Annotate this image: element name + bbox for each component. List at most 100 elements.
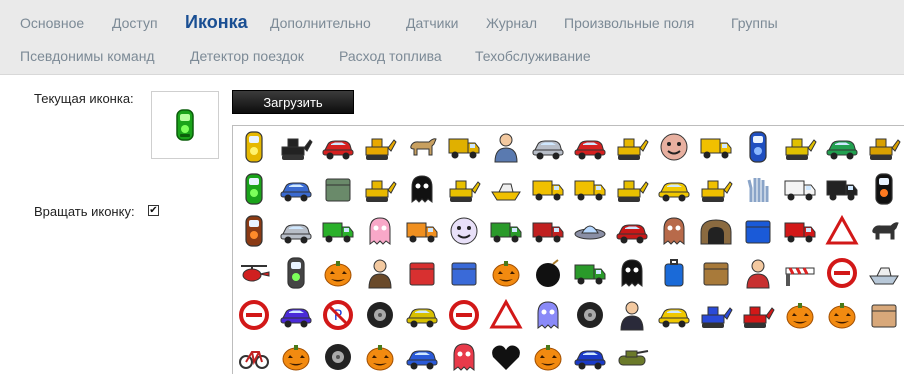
icon-option-atv[interactable] (695, 294, 737, 336)
icon-option-man-with-car[interactable] (359, 252, 401, 294)
icon-option-traffic-light-car-yellow[interactable] (233, 126, 275, 168)
icon-option-black-monster[interactable] (401, 168, 443, 210)
icon-option-yacht[interactable] (863, 252, 904, 294)
icon-option-tire[interactable] (317, 336, 359, 374)
icon-option-silver-wheels[interactable] (569, 294, 611, 336)
icon-option-blue-jeep[interactable] (275, 168, 317, 210)
tab-journal[interactable]: Журнал (486, 10, 537, 36)
icon-option-yellow-loader[interactable] (443, 168, 485, 210)
icon-option-yellow-truck[interactable] (527, 168, 569, 210)
tab-fuel-consumption[interactable]: Расход топлива (339, 43, 442, 69)
icon-option-face-character[interactable] (653, 126, 695, 168)
icon-option-pumpkin[interactable] (527, 336, 569, 374)
icon-option-tractor[interactable] (275, 126, 317, 168)
icon-option-brown-monster[interactable] (653, 210, 695, 252)
icon-option-dump-truck[interactable] (443, 126, 485, 168)
icon-option-black-traffic-car[interactable] (863, 168, 904, 210)
icon-option-totem[interactable] (863, 294, 904, 336)
icon-option-red-fire-truck[interactable] (779, 210, 821, 252)
icon-option-yield-sign[interactable] (821, 210, 863, 252)
icon-option-race-car[interactable] (611, 210, 653, 252)
icon-option-bulldozer[interactable] (359, 168, 401, 210)
icon-option-yellow-sports-car[interactable] (653, 168, 695, 210)
icon-option-ambulance[interactable] (779, 168, 821, 210)
icon-option-tire[interactable] (359, 294, 401, 336)
icon-option-brown-boxes[interactable] (695, 252, 737, 294)
icon-option-yellow-sports-car[interactable] (653, 294, 695, 336)
icon-option-no-parking-sign[interactable]: P (317, 294, 359, 336)
icon-option-traffic-light-car-green[interactable] (233, 168, 275, 210)
icon-option-worker[interactable] (485, 126, 527, 168)
icon-option-ufo[interactable] (569, 210, 611, 252)
icon-option-worker-red[interactable] (737, 252, 779, 294)
icon-option-pink-ghost[interactable] (359, 210, 401, 252)
icon-option-blue-suitcase[interactable] (653, 252, 695, 294)
icon-option-black-bomb[interactable] (527, 252, 569, 294)
icon-option-backhoe[interactable] (863, 126, 904, 168)
icon-option-helicopter[interactable] (233, 252, 275, 294)
icon-option-black-heart[interactable] (485, 336, 527, 374)
icon-option-pumpkin[interactable] (275, 336, 317, 374)
icon-option-traffic-light-car-blue[interactable] (737, 126, 779, 168)
icon-option-robot-hand[interactable] (737, 168, 779, 210)
icon-option-excavator[interactable] (359, 126, 401, 168)
tab-additional[interactable]: Дополнительно (270, 10, 371, 36)
icon-option-green-truck[interactable] (485, 210, 527, 252)
icon-option-barrier[interactable] (779, 252, 821, 294)
icon-option-green-truck[interactable] (569, 252, 611, 294)
icon-option-pumpkin[interactable] (317, 252, 359, 294)
icon-option-camel[interactable] (401, 126, 443, 168)
rotate-icon-checkbox[interactable]: ✔ (148, 205, 159, 216)
icon-option-pumpkin[interactable] (779, 294, 821, 336)
icon-option-red-sports-car[interactable] (569, 126, 611, 168)
icon-option-warning-sign[interactable] (485, 294, 527, 336)
icon-option-black-truck[interactable] (821, 168, 863, 210)
tab-main[interactable]: Основное (20, 10, 84, 36)
icon-option-blue-limousine[interactable] (275, 294, 317, 336)
icon-option-black-monster[interactable] (611, 252, 653, 294)
icon-option-tunnel[interactable] (695, 210, 737, 252)
icon-option-forklift[interactable] (695, 168, 737, 210)
tab-trip-detector[interactable]: Детектор поездок (190, 43, 304, 69)
icon-option-blue-sports-car[interactable] (569, 336, 611, 374)
tab-sensors[interactable]: Датчики (406, 10, 458, 36)
icon-option-yellow-dump-truck[interactable] (695, 126, 737, 168)
icon-option-yellow-hummer[interactable] (401, 294, 443, 336)
icon-option-stroller[interactable] (443, 252, 485, 294)
icon-option-red-bag[interactable] (401, 252, 443, 294)
icon-option-tank[interactable] (611, 336, 653, 374)
icon-option-bulldozer[interactable] (611, 126, 653, 168)
tab-icon[interactable]: Иконка (185, 10, 248, 34)
icon-option-bicycle[interactable] (233, 336, 275, 374)
icon-option-police-officer[interactable] (611, 294, 653, 336)
icon-option-inflatable-boat[interactable] (485, 168, 527, 210)
icon-option-no-entry-sign[interactable] (233, 294, 275, 336)
icon-option-pumpkin[interactable] (821, 294, 863, 336)
icon-option-blue-car[interactable] (401, 336, 443, 374)
icon-option-no-entry-sign[interactable] (821, 252, 863, 294)
icon-option-yellow-tractor[interactable] (779, 126, 821, 168)
icon-option-yellow-loader[interactable] (611, 168, 653, 210)
tab-command-aliases[interactable]: Псевдонимы команд (20, 43, 155, 69)
icon-option-cartoon-face[interactable] (443, 210, 485, 252)
icon-option-silver-car[interactable] (275, 210, 317, 252)
icon-option-red-octopus[interactable] (443, 336, 485, 374)
tab-maintenance[interactable]: Техобслуживание (475, 43, 591, 69)
tab-groups[interactable]: Группы (731, 10, 778, 36)
icon-option-horse[interactable] (863, 210, 904, 252)
icon-option-green-robot[interactable] (317, 168, 359, 210)
icon-option-blue-box[interactable] (737, 210, 779, 252)
icon-option-red-atv[interactable] (737, 294, 779, 336)
tab-access[interactable]: Доступ (112, 10, 158, 36)
icon-option-pumpkin[interactable] (485, 252, 527, 294)
upload-button[interactable]: Загрузить (232, 90, 354, 114)
icon-option-yellow-dump-truck[interactable] (569, 168, 611, 210)
icon-option-silver-car[interactable] (527, 126, 569, 168)
icon-option-cars-pair[interactable] (821, 126, 863, 168)
icon-option-no-entry-sign[interactable] (443, 294, 485, 336)
icon-option-traffic-light-car-red[interactable] (233, 210, 275, 252)
icon-option-orange-truck[interactable] (401, 210, 443, 252)
tab-custom-fields[interactable]: Произвольные поля (564, 10, 694, 36)
icon-option-blue-ghost[interactable] (527, 294, 569, 336)
icon-option-green-bus[interactable] (317, 210, 359, 252)
